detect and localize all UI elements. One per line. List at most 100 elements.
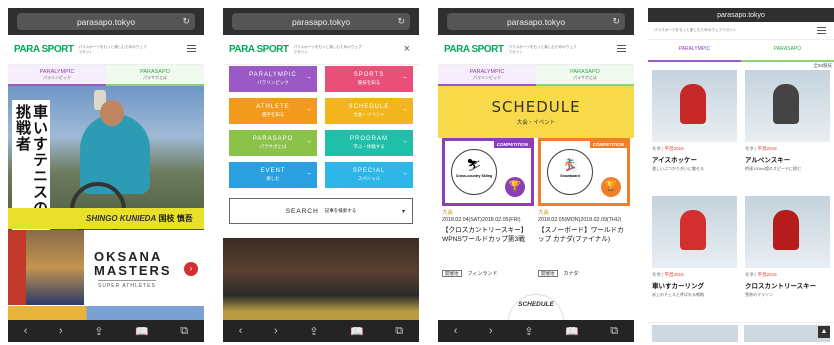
sport-card[interactable]: 冬季 | 平昌2018 アルペンスキー 時速100km超のスピードに挑む [745, 70, 830, 190]
url-text: parasapo.tokyo [506, 16, 566, 27]
schedule-subtitle: 大会・イベント [516, 120, 556, 126]
back-icon[interactable]: ‹ [239, 325, 243, 337]
phone-home: parasapo.tokyo ↻ PARA SPORT パラスポーツをもっと楽し… [8, 8, 204, 342]
athlete-name-en: SHINGO KUNIEDA [86, 214, 157, 223]
competition-badge: COMPETITION [493, 141, 531, 148]
sports-count: 全50競技 [813, 63, 832, 68]
tab-parasapo[interactable]: PARASAPO パラサポとは [536, 65, 634, 86]
menu-item-special[interactable]: SPECIAL スペシャル [325, 162, 413, 188]
browser-url-bar[interactable]: parasapo.tokyo [648, 8, 834, 22]
menu-label: ATHLETE [256, 104, 290, 110]
url-text: parasapo.tokyo [717, 11, 765, 19]
sport-card[interactable]: 冬季 | 平昌2018 車いすカーリング 氷上のチェスと呼ばれる戦略 [652, 196, 737, 316]
menu-item-parasapo[interactable]: PARASAPO パラサポとは [229, 130, 317, 156]
event-date: 2018.02.04(SAT)2018.02.05(FRI) [442, 217, 521, 223]
sport-desc: 雪原のマラソン [745, 292, 773, 297]
browser-url-bar[interactable]: parasapo.tokyo ↻ [8, 8, 204, 35]
tabs-icon[interactable]: ⧉ [395, 325, 403, 338]
forward-icon[interactable]: › [489, 325, 493, 337]
menu-item-paralympic[interactable]: PARALYMPIC パラリンピック [229, 66, 317, 92]
feature-title-line1: OKSANA [94, 249, 163, 264]
menu-label: PARASAPO [252, 136, 294, 142]
share-icon[interactable]: ⇪ [524, 325, 533, 338]
tab-sublabel: パラリンピック [43, 75, 71, 80]
browser-toolbar: ‹ › ⇪ 📖 ⧉ [438, 320, 634, 342]
bookmarks-icon[interactable]: 📖 [565, 325, 579, 338]
bookmarks-icon[interactable]: 📖 [350, 325, 364, 338]
site-tagline: パラスポーツをもっと楽しむためのウェブマガジン [654, 28, 737, 32]
menu-item-event[interactable]: EVENT 楽しむ [229, 162, 317, 188]
scroll-top-button[interactable]: ▲ [818, 326, 830, 338]
search-dropdown[interactable]: SEARCH 記事を検索する ▾ [229, 198, 413, 224]
tab-parasapo[interactable]: PARASAPO パラサポとは [106, 65, 204, 86]
forward-icon[interactable]: › [59, 325, 63, 337]
event-title: 【クロスカントリースキー】WPNSワールドカップ第3戦 [442, 227, 528, 243]
tab-paralympic[interactable]: PARALYMPIC パラリンピック [438, 65, 536, 86]
menu-icon[interactable] [617, 45, 626, 52]
url-field[interactable]: parasapo.tokyo ↻ [17, 13, 195, 30]
search-label: SEARCH [285, 207, 319, 215]
reload-icon[interactable]: ↻ [612, 16, 620, 27]
tab-sublabel: パラサポとは [573, 75, 597, 80]
tab-paralympic[interactable]: PARALYMPIC [648, 40, 741, 62]
site-logo[interactable]: PARA SPORT [14, 44, 74, 55]
feature-title-line2: MASTERS [94, 263, 172, 278]
athlete-head [100, 100, 124, 126]
sport-card[interactable]: 冬季 | 平昌2018 アイスホッケー 激しいぶつかり合いに魅せる [652, 70, 737, 190]
feature-card[interactable]: OKSANA MASTERS SUPER ATHLETES › [8, 230, 204, 305]
reload-icon[interactable]: ↻ [182, 16, 190, 27]
site-tagline: パラスポーツをもっと楽しむためのウェブマガジン [78, 44, 147, 54]
site-logo[interactable]: PARA SPORT [444, 44, 504, 55]
back-icon[interactable]: ‹ [24, 325, 28, 337]
menu-item-schedule[interactable]: SCHEDULE 大会・イベント [325, 98, 413, 124]
sport-season: 冬季 | 平昌2018 [745, 272, 777, 277]
skiing-icon: ⛷ Cross-country Skiing [451, 149, 497, 195]
share-icon[interactable]: ⇪ [309, 325, 318, 338]
event-label: 大会 [538, 210, 550, 216]
menu-sublabel: 楽しむ [266, 176, 280, 181]
event-card-1[interactable]: COMPETITION ⛷ Cross-country Skiing 🏆 [442, 138, 534, 206]
phone-sports-list: parasapo.tokyo パラスポーツをもっと楽しむためのウェブマガジン P… [648, 8, 834, 342]
sport-name: Cross-country Skiing [455, 174, 493, 178]
menu-item-sports[interactable]: SPORTS 競技を知る [325, 66, 413, 92]
athlete-name-band: SHINGO KUNIEDA 国枝 慎吾 [8, 208, 204, 229]
browser-url-bar[interactable]: parasapo.tokyo ↻ [223, 8, 419, 35]
sport-season: 冬季 | 平昌2018 [652, 272, 684, 277]
athlete-photo [26, 230, 84, 305]
tab-paralympic[interactable]: PARALYMPIC パラリンピック [8, 65, 106, 86]
bookmarks-icon[interactable]: 📖 [135, 325, 149, 338]
tab-label: PARASAPO [773, 46, 802, 52]
tab-sublabel: パラサポとは [143, 75, 167, 80]
event-info-2[interactable]: 大会 2018.02.05(MON)2018.02.09(THU) 【スノーボー… [538, 210, 630, 244]
menu-item-program[interactable]: PROGRAM 学ぶ・体験する [325, 130, 413, 156]
menu-icon[interactable] [187, 45, 196, 52]
tab-parasapo[interactable]: PARASAPO [741, 40, 834, 62]
athlete-figure [773, 84, 799, 124]
url-field[interactable]: parasapo.tokyo [656, 9, 826, 21]
forward-icon[interactable]: › [274, 325, 278, 337]
event-date: 2018.02.05(MON)2018.02.09(THU) [538, 217, 622, 223]
tabs-icon[interactable]: ⧉ [610, 325, 618, 338]
search-sublabel: 記事を検索する [324, 208, 357, 213]
event-card-2[interactable]: COMPETITION 🏂 Snowboard 🏆 [538, 138, 630, 206]
browser-url-bar[interactable]: parasapo.tokyo ↻ [438, 8, 634, 35]
event-info-1[interactable]: 大会 2018.02.04(SAT)2018.02.05(FRI) 【クロスカン… [442, 210, 534, 244]
close-icon[interactable]: × [404, 43, 410, 55]
menu-icon[interactable] [817, 27, 826, 34]
menu-item-athlete[interactable]: ATHLETE 選手を知る [229, 98, 317, 124]
sport-image [652, 196, 737, 268]
snowboard-icon: 🏂 Snowboard [547, 149, 593, 195]
site-header: PARA SPORT パラスポーツをもっと楽しむためのウェブマガジン [438, 35, 634, 65]
reload-icon[interactable]: ↻ [397, 16, 405, 27]
site-logo[interactable]: PARA SPORT [229, 44, 289, 55]
tabs-icon[interactable]: ⧉ [180, 325, 188, 338]
share-icon[interactable]: ⇪ [94, 325, 103, 338]
sport-image[interactable] [652, 325, 738, 342]
next-arrow-icon[interactable]: › [184, 262, 198, 276]
sport-card[interactable]: 冬季 | 平昌2018 クロスカントリースキー 雪原のマラソン [745, 196, 830, 316]
chevron-down-icon: ▾ [401, 208, 406, 215]
back-icon[interactable]: ‹ [454, 325, 458, 337]
url-field[interactable]: parasapo.tokyo ↻ [232, 13, 410, 30]
next-card[interactable] [8, 306, 204, 320]
url-field[interactable]: parasapo.tokyo ↻ [447, 13, 625, 30]
